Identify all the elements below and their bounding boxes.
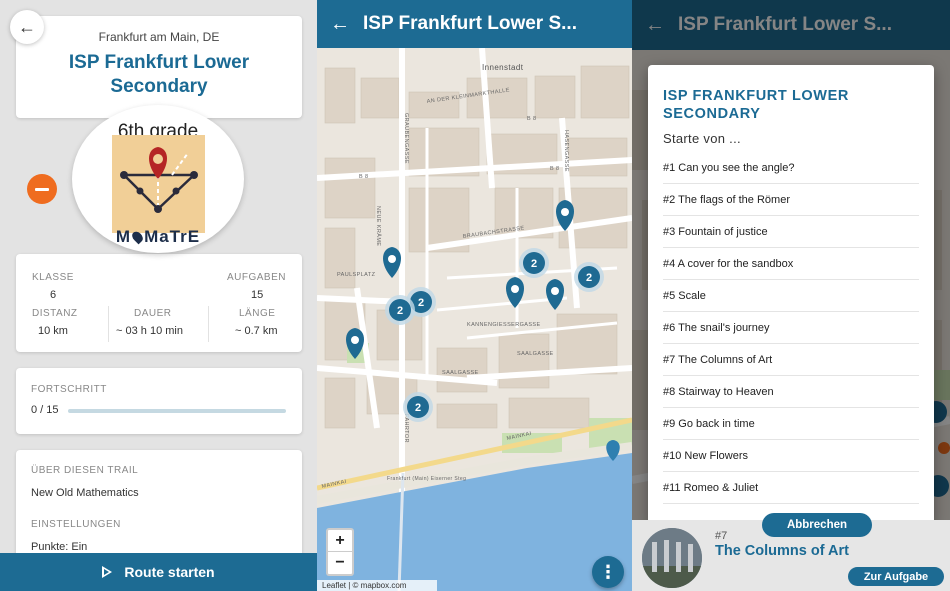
marker-cluster[interactable]: 2	[385, 295, 415, 325]
marker-cluster[interactable]: 2	[403, 392, 433, 422]
map-attribution[interactable]: Leaflet | © mapbox.com	[317, 580, 437, 591]
about-card: ÜBER DIESEN TRAIL New Old Mathematics EI…	[16, 450, 302, 570]
app-bar-title: ISP Frankfurt Lower S...	[363, 13, 577, 34]
laenge-value: ~ 0.7 km	[235, 325, 278, 337]
task-option[interactable]: #6 The snail's journey	[663, 312, 919, 344]
map-label: Frankfurt (Main) Eiserner Steg	[387, 476, 466, 482]
task-option[interactable]: #5 Scale	[663, 280, 919, 312]
laenge-label: LÄNGE	[239, 308, 276, 319]
divider	[208, 306, 209, 342]
aufgaben-label: AUFGABEN	[226, 272, 286, 283]
marker-cluster[interactable]: 2	[574, 262, 604, 292]
brand-name: M MaTrE	[115, 227, 201, 246]
task-option[interactable]: #10 New Flowers	[663, 440, 919, 472]
task-option[interactable]: #4 A cover for the sandbox	[663, 248, 919, 280]
trail-title-card: Frankfurt am Main, DE ISP Frankfurt Lowe…	[16, 16, 302, 118]
progress-text: 0 / 15	[31, 404, 59, 416]
map-label: FAHRTOR	[403, 414, 409, 443]
cancel-button[interactable]: Abbrechen	[762, 513, 872, 537]
more-options-button[interactable]: ⋮	[592, 556, 624, 588]
task-option[interactable]: #8 Stairway to Heaven	[663, 376, 919, 408]
map-label: KANNENGIESSERGASSE	[467, 322, 541, 328]
trail-title: ISP Frankfurt Lower Secondary	[68, 52, 250, 97]
progress-bar	[68, 409, 286, 413]
map-label: GRAUBENGASSE	[403, 113, 409, 164]
map-label: PAULSPLATZ	[337, 272, 376, 278]
logo-art	[112, 135, 205, 233]
aufgaben-value: 15	[251, 289, 264, 301]
dialog-title: ISP FRANKFURT LOWER SECONDARY	[663, 88, 849, 122]
svg-text:2: 2	[586, 272, 592, 284]
arrow-left-icon: ←	[330, 12, 350, 35]
zoom-in-button[interactable]: +	[328, 530, 352, 552]
start-from-dialog: ISP FRANKFURT LOWER SECONDARY Starte von…	[648, 65, 934, 525]
task-number: #7	[715, 530, 728, 542]
task-title: The Columns of Art	[715, 543, 849, 559]
settings-label: EINSTELLUNGEN	[31, 519, 121, 530]
logo-graph-icon	[120, 147, 198, 213]
task-option[interactable]: #1 Can you see the angle?	[663, 152, 919, 184]
zoom-control: + −	[326, 528, 354, 576]
trail-info-card: KLASSE 6 AUFGABEN 15 DISTANZ 10 km DAUER…	[16, 254, 302, 352]
task-option[interactable]: #11 Romeo & Juliet	[663, 472, 919, 504]
dauer-value: ~ 03 h 10 min	[116, 325, 183, 337]
task-option[interactable]: #9 Go back in time	[663, 408, 919, 440]
task-option[interactable]: #2 The flags of the Römer	[663, 184, 919, 216]
start-route-label: Route starten	[124, 564, 215, 580]
map-label: HASENGASSE	[563, 130, 569, 172]
map-screen: ← ISP Frankfurt Lower S... Innenstadt AN…	[317, 0, 632, 591]
settings-value: Punkte: Ein	[31, 541, 88, 553]
dialog-subtitle: Starte von ...	[663, 131, 741, 146]
marker-cluster[interactable]: 2	[519, 248, 549, 278]
back-button[interactable]: ←	[317, 13, 363, 36]
about-label: ÜBER DIESEN TRAIL	[31, 465, 139, 476]
remove-trail-button[interactable]	[27, 174, 57, 204]
columns-image-icon	[642, 528, 702, 588]
map-label: B 8	[550, 166, 559, 172]
svg-text:2: 2	[418, 297, 424, 309]
more-vert-icon: ⋮	[599, 561, 617, 582]
map-label: SAALGASSE	[442, 370, 479, 376]
dauer-label: DAUER	[134, 308, 172, 319]
start-dialog-screen: ← ISP Frankfurt Lower S... ISP FRANKFURT…	[632, 0, 950, 591]
task-option[interactable]: #3 Fountain of justice	[663, 216, 919, 248]
task-option[interactable]: #7 The Columns of Art	[663, 344, 919, 376]
distanz-label: DISTANZ	[32, 308, 78, 319]
task-list: #1 Can you see the angle? #2 The flags o…	[663, 152, 919, 504]
klasse-value: 6	[50, 289, 57, 301]
back-button[interactable]: ←	[10, 10, 44, 44]
trail-location: Frankfurt am Main, DE	[98, 30, 220, 44]
task-thumbnail	[642, 528, 702, 588]
pin-icon	[130, 229, 145, 245]
svg-text:2: 2	[415, 402, 421, 414]
svg-text:2: 2	[531, 258, 537, 270]
klasse-label: KLASSE	[32, 272, 74, 283]
map-label: B 8	[527, 116, 536, 122]
svg-text:2: 2	[397, 305, 403, 317]
map-label: NEUE KRÄME	[375, 206, 382, 246]
trail-detail-screen: ← Frankfurt am Main, DE ISP Frankfurt Lo…	[0, 0, 317, 591]
play-icon	[102, 566, 113, 578]
map-label: B 8	[359, 174, 368, 180]
app-bar: ← ISP Frankfurt Lower S...	[317, 0, 632, 48]
minus-icon	[35, 187, 49, 191]
progress-card: FORTSCHRITT 0 / 15	[16, 368, 302, 434]
go-to-task-button[interactable]: Zur Aufgabe	[848, 567, 944, 586]
map-label: SAALGASSE	[517, 351, 554, 357]
progress-label: FORTSCHRITT	[31, 384, 107, 395]
start-route-button[interactable]: Route starten	[0, 553, 317, 591]
distanz-value: 10 km	[38, 325, 68, 337]
arrow-left-icon: ←	[18, 16, 36, 37]
zoom-out-button[interactable]: −	[328, 552, 352, 574]
about-value: New Old Mathematics	[31, 487, 139, 499]
trail-logo: 6th grade M MaTrE	[72, 105, 244, 253]
divider	[108, 306, 109, 342]
map[interactable]: Innenstadt AN DER KLEINMARKTHALLE B 8 B …	[317, 48, 632, 591]
map-label: Innenstadt	[482, 63, 524, 72]
